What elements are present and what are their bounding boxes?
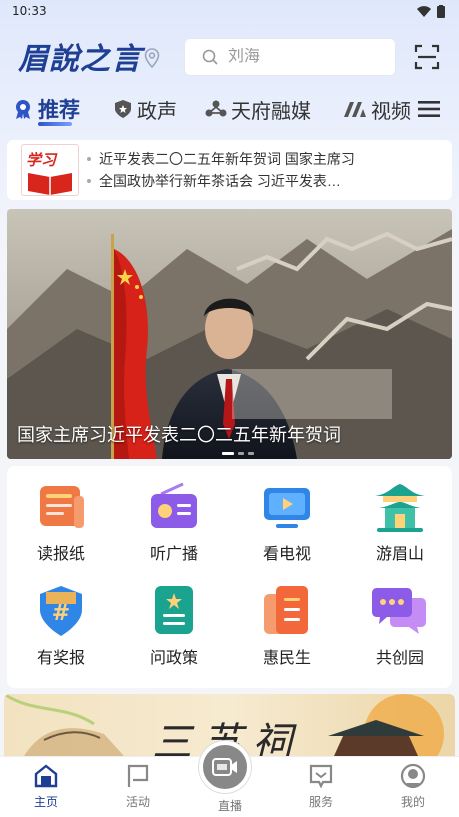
- tab-recommend[interactable]: 推荐: [12, 92, 80, 126]
- wifi-icon: [417, 5, 431, 17]
- news-item[interactable]: 全国政协举行新年茶话会 习近平发表…: [87, 170, 447, 192]
- live-camera-icon: [212, 758, 237, 776]
- search-bar[interactable]: [184, 38, 396, 76]
- ribbon-icon: [16, 100, 30, 119]
- location-pin-icon[interactable]: [144, 48, 160, 68]
- tab-video[interactable]: 视频: [343, 92, 411, 126]
- bottom-nav: 主页 活动 直播 服务 我的: [0, 741, 459, 817]
- nav-home[interactable]: 主页: [11, 763, 81, 810]
- chat-bubbles-icon: [372, 588, 426, 634]
- search-icon: [202, 49, 218, 65]
- policy-doc-icon: [155, 586, 193, 634]
- scan-icon[interactable]: [414, 44, 440, 70]
- app-logo: 眉說之言: [18, 42, 142, 77]
- service-tour-meishan[interactable]: 游眉山: [350, 466, 450, 566]
- shield-star-icon: [115, 100, 131, 118]
- news-item[interactable]: 近平发表二〇二五年新年贺词 国家主席习: [87, 148, 447, 170]
- tab-label: 政声: [137, 100, 177, 123]
- newspaper-icon: [40, 486, 84, 528]
- video-logo-icon: [344, 102, 366, 117]
- nav-profile[interactable]: 我的: [378, 763, 448, 810]
- service-watch-tv[interactable]: 看电视: [237, 466, 337, 566]
- nav-activity[interactable]: 活动: [103, 763, 173, 810]
- files-icon: [264, 586, 308, 634]
- battery-icon: [437, 4, 445, 18]
- app-header: 眉說之言: [0, 30, 459, 86]
- network-icon: [205, 100, 227, 117]
- hero-banner[interactable]: 国家主席习近平发表二〇二五年新年贺词: [7, 209, 452, 459]
- service-listen-radio[interactable]: 听广播: [124, 466, 224, 566]
- services-grid: 读报纸 听广播 看电视 游眉山 # 有奖报 问政策 惠民生 共创园: [7, 466, 452, 688]
- svg-text:#: #: [52, 601, 70, 626]
- status-time: 10:33: [12, 4, 47, 18]
- channel-tabs: 推荐 政声 天府融媒 视频: [0, 92, 459, 126]
- home-icon: [34, 764, 58, 788]
- hashtag-shield-icon: #: [40, 586, 82, 636]
- search-input[interactable]: [228, 48, 378, 66]
- tab-politics[interactable]: 政声: [113, 92, 177, 126]
- news-ticker[interactable]: 学习 近平发表二〇二五年新年贺词 国家主席习 全国政协举行新年茶话会 习近平发表…: [7, 140, 452, 200]
- menu-icon[interactable]: [418, 100, 440, 118]
- service-co-creation[interactable]: 共创园: [350, 570, 450, 670]
- tab-tianfu-media[interactable]: 天府融媒: [205, 92, 311, 126]
- banner-caption: 国家主席习近平发表二〇二五年新年贺词: [17, 425, 341, 445]
- carousel-indicator: [222, 452, 254, 455]
- news-list: 近平发表二〇二五年新年贺词 国家主席习 全国政协举行新年茶话会 习近平发表…: [87, 148, 447, 192]
- service-public-welfare[interactable]: 惠民生: [237, 570, 337, 670]
- service-chat-icon: [309, 764, 333, 789]
- xuexi-logo-text: 学习: [26, 151, 57, 169]
- xuexi-logo: 学习: [21, 144, 79, 196]
- book-icon: [28, 173, 72, 195]
- service-ask-policy[interactable]: 问政策: [124, 570, 224, 670]
- pavilion-icon: [375, 484, 425, 532]
- tv-icon: [264, 488, 310, 528]
- profile-icon: [400, 763, 426, 789]
- live-button[interactable]: [199, 741, 251, 793]
- status-icons: [417, 4, 445, 18]
- service-read-newspaper[interactable]: 读报纸: [11, 466, 111, 566]
- nav-live[interactable]: 直播: [195, 741, 265, 814]
- tab-label: 视频: [371, 100, 411, 123]
- nav-services[interactable]: 服务: [286, 763, 356, 810]
- tab-label: 推荐: [38, 99, 80, 122]
- radio-icon: [151, 482, 197, 528]
- flag-icon: [127, 764, 149, 787]
- status-bar: 10:33: [0, 0, 459, 22]
- tab-label: 天府融媒: [231, 100, 311, 123]
- service-prize-report[interactable]: # 有奖报: [11, 570, 111, 670]
- active-tab-indicator: [38, 122, 72, 126]
